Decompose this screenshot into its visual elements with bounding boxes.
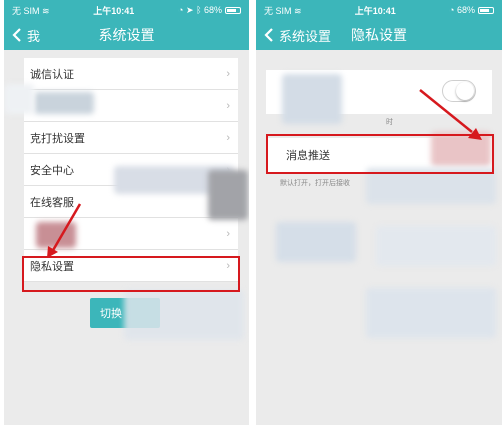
chevron-right-icon: › — [226, 131, 230, 144]
battery-level: 68% — [203, 4, 222, 15]
bluetooth-icon: ᛒ — [196, 4, 202, 15]
switch-account-label: 切换 — [100, 308, 122, 320]
status-bar: 无 SIM ≋ 上午10:41 ◔ ➤ ᛒ 68% — [4, 0, 249, 20]
highlight-box-privacy — [22, 256, 240, 292]
blur-overlay — [4, 84, 34, 114]
battery-level: 68% — [456, 5, 475, 15]
truncated-text: 时 — [386, 119, 393, 126]
status-right: ◔ 68% — [449, 5, 494, 15]
signal-and-wifi: 无 SIM ≋ — [12, 4, 50, 17]
battery-icon — [225, 6, 241, 14]
back-button[interactable]: 系统设置 — [256, 26, 331, 45]
carrier-label: 无 SIM — [12, 5, 40, 16]
carrier-label: 无 SIM — [264, 5, 292, 16]
settings-item-credit-verify[interactable]: 诚信认证 › — [24, 58, 238, 90]
chevron-left-icon — [12, 28, 21, 42]
location-icon: ➤ — [186, 4, 194, 15]
settings-item-label: 安全中心 — [30, 164, 74, 177]
blur-overlay — [124, 290, 244, 340]
lock-rotation-icon: ◔ — [178, 4, 184, 15]
status-time: 上午10:41 — [93, 5, 135, 16]
header-bar: 无 SIM ≋ 上午10:41 ◔ 68% 系统设置 隐私设置 — [256, 0, 502, 50]
right-phone-screen: 无 SIM ≋ 上午10:41 ◔ 68% 系统设置 隐私设置 时 消息推送 默… — [256, 0, 502, 425]
battery-icon — [477, 7, 494, 15]
settings-item-do-not-disturb[interactable]: 克打扰设置 › — [24, 122, 238, 154]
chevron-right-icon: › — [226, 99, 230, 112]
blur-overlay — [208, 170, 248, 220]
blur-overlay — [376, 226, 496, 266]
back-label: 系统设置 — [279, 28, 332, 44]
nav-bar: 系统设置 隐私设置 — [256, 20, 502, 50]
blur-overlay — [34, 92, 94, 114]
left-phone-screen: 无 SIM ≋ 上午10:41 ◔ ➤ ᛒ 68% 我 系统设置 诚信认证 › ›… — [4, 0, 249, 425]
page-title: 系统设置 — [98, 27, 155, 43]
wifi-icon: ≋ — [42, 5, 50, 16]
blur-overlay — [276, 222, 356, 262]
settings-item-label: 克打扰设置 — [30, 132, 85, 145]
status-time: 上午10:41 — [354, 5, 396, 16]
chevron-right-icon: › — [226, 227, 230, 240]
back-button[interactable]: 我 — [4, 26, 40, 45]
status-right: ◔ ➤ ᛒ 68% — [178, 5, 241, 16]
blur-overlay — [366, 288, 496, 338]
annotation-arrow — [47, 203, 82, 258]
blur-overlay — [282, 74, 342, 124]
lock-rotation-icon: ◔ — [449, 5, 455, 15]
chevron-left-icon — [264, 28, 273, 42]
chevron-right-icon: › — [226, 67, 230, 80]
status-bar: 无 SIM ≋ 上午10:41 ◔ 68% — [256, 0, 502, 20]
back-label: 我 — [27, 28, 41, 44]
settings-item-label: 诚信认证 — [30, 68, 74, 81]
message-push-hint: 默认打开，打开后接收 — [280, 180, 350, 187]
header-bar: 无 SIM ≋ 上午10:41 ◔ ➤ ᛒ 68% 我 系统设置 — [4, 0, 249, 50]
wifi-icon: ≋ — [294, 5, 302, 16]
signal-and-wifi: 无 SIM ≋ — [264, 4, 302, 17]
nav-bar: 我 系统设置 — [4, 20, 249, 50]
annotation-arrow — [419, 89, 482, 140]
